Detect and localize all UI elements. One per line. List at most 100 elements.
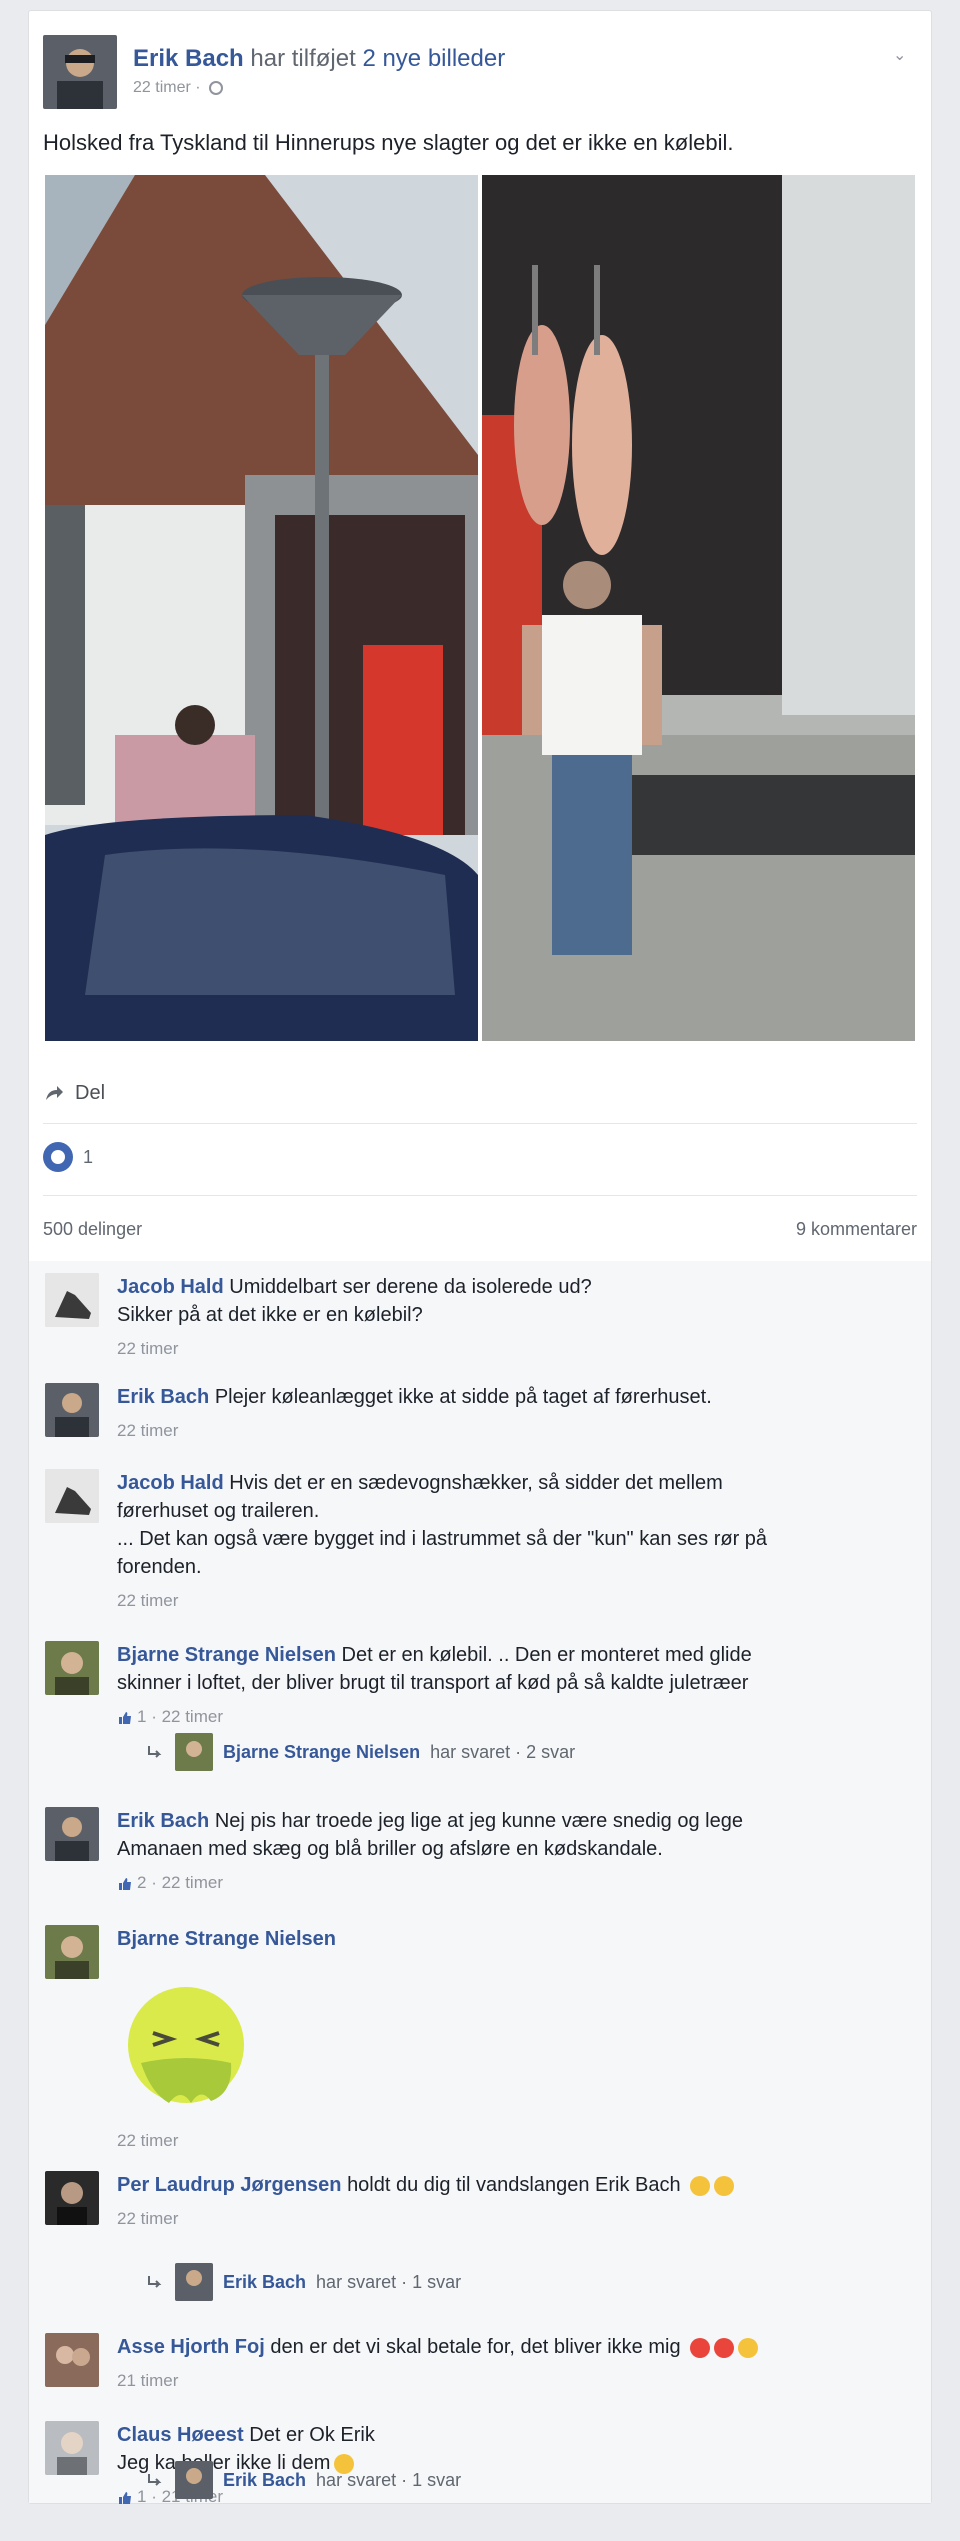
- reply-avatar: [175, 2461, 213, 2499]
- reply-arrow-icon: [148, 2474, 162, 2486]
- header-text: Erik Bach har tilføjet 2 nye billeder 22…: [133, 45, 505, 97]
- comment-text-line: Amanaen med skæg og blå briller og afslø…: [117, 1838, 663, 1860]
- commenter-avatar[interactable]: [45, 1807, 99, 1861]
- post-action: har tilføjet: [250, 45, 356, 72]
- comment-text-line: Umiddelbart ser derene da isolerede ud?: [229, 1276, 592, 1298]
- comments-count[interactable]: 9 kommentarer: [796, 1219, 917, 1240]
- comment-time[interactable]: 22 timer: [117, 1591, 178, 1610]
- comment: Jacob Hald Umiddelbart ser derene da iso…: [29, 1273, 931, 1363]
- reply-text: har svaret · 1 svar: [316, 2469, 462, 2490]
- photo-left[interactable]: [45, 175, 478, 1041]
- commenter-name[interactable]: Jacob Hald: [117, 1472, 224, 1494]
- commenter-name[interactable]: Erik Bach: [117, 1386, 209, 1408]
- commenter-name[interactable]: Asse Hjorth Foj: [117, 2336, 265, 2358]
- feed-post: Erik Bach har tilføjet 2 nye billeder 22…: [28, 10, 932, 2506]
- reply-summary[interactable]: Bjarne Strange Nielsen har svaret · 2 sv…: [145, 1733, 911, 1771]
- post-time[interactable]: 22 timer: [133, 79, 191, 96]
- commenter-name[interactable]: Bjarne Strange Nielsen: [117, 1644, 336, 1666]
- divider: [43, 1123, 917, 1124]
- comment-text-line: førerhuset og traileren.: [117, 1500, 320, 1522]
- comment-likes[interactable]: 2: [137, 1873, 146, 1892]
- comment: Erik Bach Plejer køleanlægget ikke at si…: [29, 1383, 931, 1447]
- comment: Bjarne Strange Nielsen 22 timer: [29, 1925, 931, 2155]
- reply-summary[interactable]: Erik Bach har svaret · 1 svar: [145, 2263, 911, 2301]
- like-icon: [119, 2491, 131, 2504]
- commenter-name[interactable]: Bjarne Strange Nielsen: [117, 1928, 336, 1950]
- chevron-down-icon[interactable]: ⌄: [893, 45, 909, 64]
- post-stats: 500 delinger 9 kommentarer: [43, 1219, 917, 1240]
- smiley-emoji-icon: [690, 2175, 711, 2196]
- angry-emoji-icon: [714, 2337, 735, 2358]
- reaction-count: 1: [83, 1146, 94, 1167]
- author-avatar[interactable]: [43, 35, 117, 109]
- commenter-avatar[interactable]: [45, 2421, 99, 2475]
- commenter-avatar[interactable]: [45, 1925, 99, 1979]
- commenter-avatar[interactable]: [45, 1641, 99, 1695]
- reply-author[interactable]: Bjarne Strange Nielsen: [223, 1742, 420, 1763]
- comment-text-line: den er det vi skal betale for, det blive…: [270, 2336, 681, 2358]
- reply-text: har svaret · 1 svar: [316, 2271, 462, 2292]
- reply-text: har svaret · 2 svar: [430, 1741, 576, 1762]
- comment-text-line: Sikker på at det ikke er en kølebil?: [117, 1304, 423, 1326]
- commenter-avatar[interactable]: [45, 2171, 99, 2225]
- comment-text-line: Nej pis har troede jeg lige at jeg kunne…: [214, 1810, 743, 1832]
- like-icon: [43, 1142, 73, 1172]
- comment-time[interactable]: 22 timer: [162, 1707, 223, 1726]
- author-name[interactable]: Erik Bach: [133, 45, 244, 72]
- comment: Erik Bach Nej pis har troede jeg lige at…: [29, 1807, 931, 1907]
- photo-right[interactable]: [482, 175, 915, 1041]
- post-caption: Holsked fra Tyskland til Hinnerups nye s…: [43, 130, 734, 155]
- commenter-avatar[interactable]: [45, 1383, 99, 1437]
- comment-text-line: ... Det kan også være bygget ind i lastr…: [117, 1528, 768, 1550]
- comment-time[interactable]: 22 timer: [117, 2131, 178, 2150]
- commenter-name[interactable]: Claus Høeest: [117, 2424, 244, 2446]
- reply-author[interactable]: Erik Bach: [223, 2272, 306, 2293]
- shares-count[interactable]: 500 delinger: [43, 1219, 142, 1239]
- like-icon: [119, 1877, 131, 1890]
- comment-text-line: skinner i loftet, der bliver brugt til t…: [117, 1672, 749, 1694]
- commenter-name[interactable]: Jacob Hald: [117, 1276, 224, 1298]
- post-action-link[interactable]: 2 nye billeder: [362, 45, 505, 72]
- comment-text-line: Plejer køleanlægget ikke at sidde på tag…: [214, 1386, 712, 1408]
- comment-likes[interactable]: 1: [137, 1707, 146, 1726]
- comment-text-line: forenden.: [117, 1556, 202, 1578]
- reply-arrow-icon: [148, 2276, 162, 2288]
- commenter-name[interactable]: Per Laudrup Jørgensen: [117, 2174, 342, 2196]
- share-action[interactable]: Del: [43, 1073, 917, 1113]
- reply-arrow-icon: [148, 1746, 162, 1758]
- reply-avatar: [175, 1733, 213, 1771]
- like-icon: [119, 1711, 131, 1724]
- globe-icon: [209, 80, 224, 95]
- comment-time[interactable]: 21 timer: [117, 2371, 178, 2390]
- smiley-emoji-icon: [714, 2175, 735, 2196]
- comment-time[interactable]: 22 timer: [117, 1339, 178, 1358]
- comment-text-line: Det er Ok Erik: [249, 2424, 375, 2446]
- commenter-name[interactable]: Erik Bach: [117, 1810, 209, 1832]
- commenter-avatar[interactable]: [45, 2333, 99, 2387]
- reactions-row[interactable]: 1: [43, 1137, 93, 1177]
- angry-emoji-icon: [690, 2337, 711, 2358]
- commenter-avatar[interactable]: [45, 1273, 99, 1327]
- share-icon: [46, 1086, 63, 1100]
- post-meta: 22 timer ·: [133, 79, 505, 97]
- reply-author[interactable]: Erik Bach: [223, 2470, 306, 2491]
- photo-grid: [45, 175, 915, 1041]
- comment: Per Laudrup Jørgensen holdt du dig til v…: [29, 2171, 931, 2235]
- smiley-emoji-icon: [738, 2337, 759, 2358]
- share-label: Del: [75, 1081, 106, 1104]
- comment: Jacob Hald Hvis det er en sædevognshække…: [29, 1469, 931, 1619]
- comment-time[interactable]: 22 timer: [117, 2209, 178, 2228]
- comment-text-line: holdt du dig til vandslangen Erik Bach: [347, 2174, 681, 2196]
- comment-time[interactable]: 22 timer: [162, 1873, 223, 1892]
- post-header: Erik Bach har tilføjet 2 nye billeder 22…: [43, 27, 917, 109]
- comment-text-line: Hvis det er en sædevognshækker, så sidde…: [229, 1472, 723, 1494]
- comment: Asse Hjorth Foj den er det vi skal betal…: [29, 2333, 931, 2397]
- commenter-avatar[interactable]: [45, 1469, 99, 1523]
- reply-avatar: [175, 2263, 213, 2301]
- nauseated-face-sticker: [128, 1987, 244, 2103]
- comment-time[interactable]: 22 timer: [117, 1421, 178, 1440]
- reply-summary[interactable]: Erik Bach har svaret · 1 svar: [145, 2461, 911, 2499]
- divider: [43, 1195, 917, 1196]
- comment-text-line: Det er en kølebil. .. Den er monteret me…: [341, 1644, 752, 1666]
- header-line: Erik Bach har tilføjet 2 nye billeder: [133, 45, 505, 73]
